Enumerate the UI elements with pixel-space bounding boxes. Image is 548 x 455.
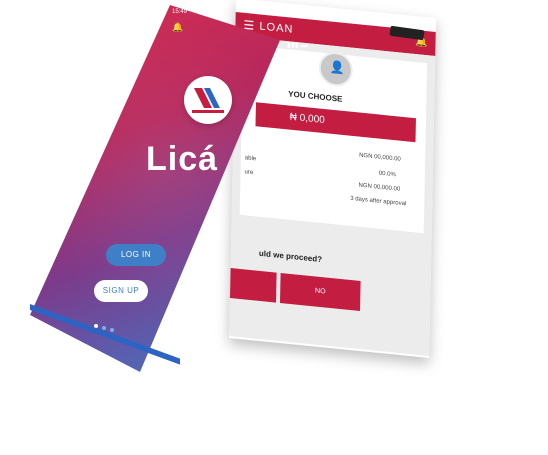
- avatar: 👤: [318, 50, 354, 88]
- loan-title: LOAN: [259, 20, 294, 36]
- page-indicator-dot[interactable]: [110, 328, 114, 332]
- status-time: 15:49: [172, 9, 188, 15]
- row-label-3: ure: [244, 169, 254, 177]
- logo-mark-icon: [192, 88, 224, 113]
- row-value-1: NGN 00,000.00: [359, 152, 401, 163]
- choose-label: YOU CHOOSE: [288, 89, 343, 104]
- row-label-2: able: [244, 155, 257, 163]
- loan-amount: ₦ 0,000: [255, 102, 416, 143]
- page-indicator-dot[interactable]: [102, 326, 106, 330]
- signup-button[interactable]: SIGN UP: [94, 280, 148, 302]
- row-value-2: 00.0%: [378, 170, 396, 179]
- signal-battery-icon: ▮▮▮ ▬: [287, 42, 308, 49]
- user-icon: 👤: [329, 59, 345, 75]
- yes-button[interactable]: [230, 268, 277, 303]
- brand-name: Licá: [146, 140, 219, 178]
- lica-logo: [184, 76, 232, 124]
- notification-icon[interactable]: 🔔: [172, 22, 183, 33]
- row-value-3: NGN 00,000.00: [358, 182, 401, 193]
- no-button[interactable]: NO: [280, 273, 361, 311]
- bell-icon[interactable]: 🔔: [415, 36, 428, 48]
- proceed-question: uld we proceed?: [258, 248, 323, 265]
- loan-summary-card: 👤 YOU CHOOSE ₦ 0,000 NGN 00,000.00 able …: [239, 44, 428, 234]
- login-button[interactable]: LOG IN: [106, 244, 166, 266]
- row-value-4: 3 days after approval: [350, 195, 407, 208]
